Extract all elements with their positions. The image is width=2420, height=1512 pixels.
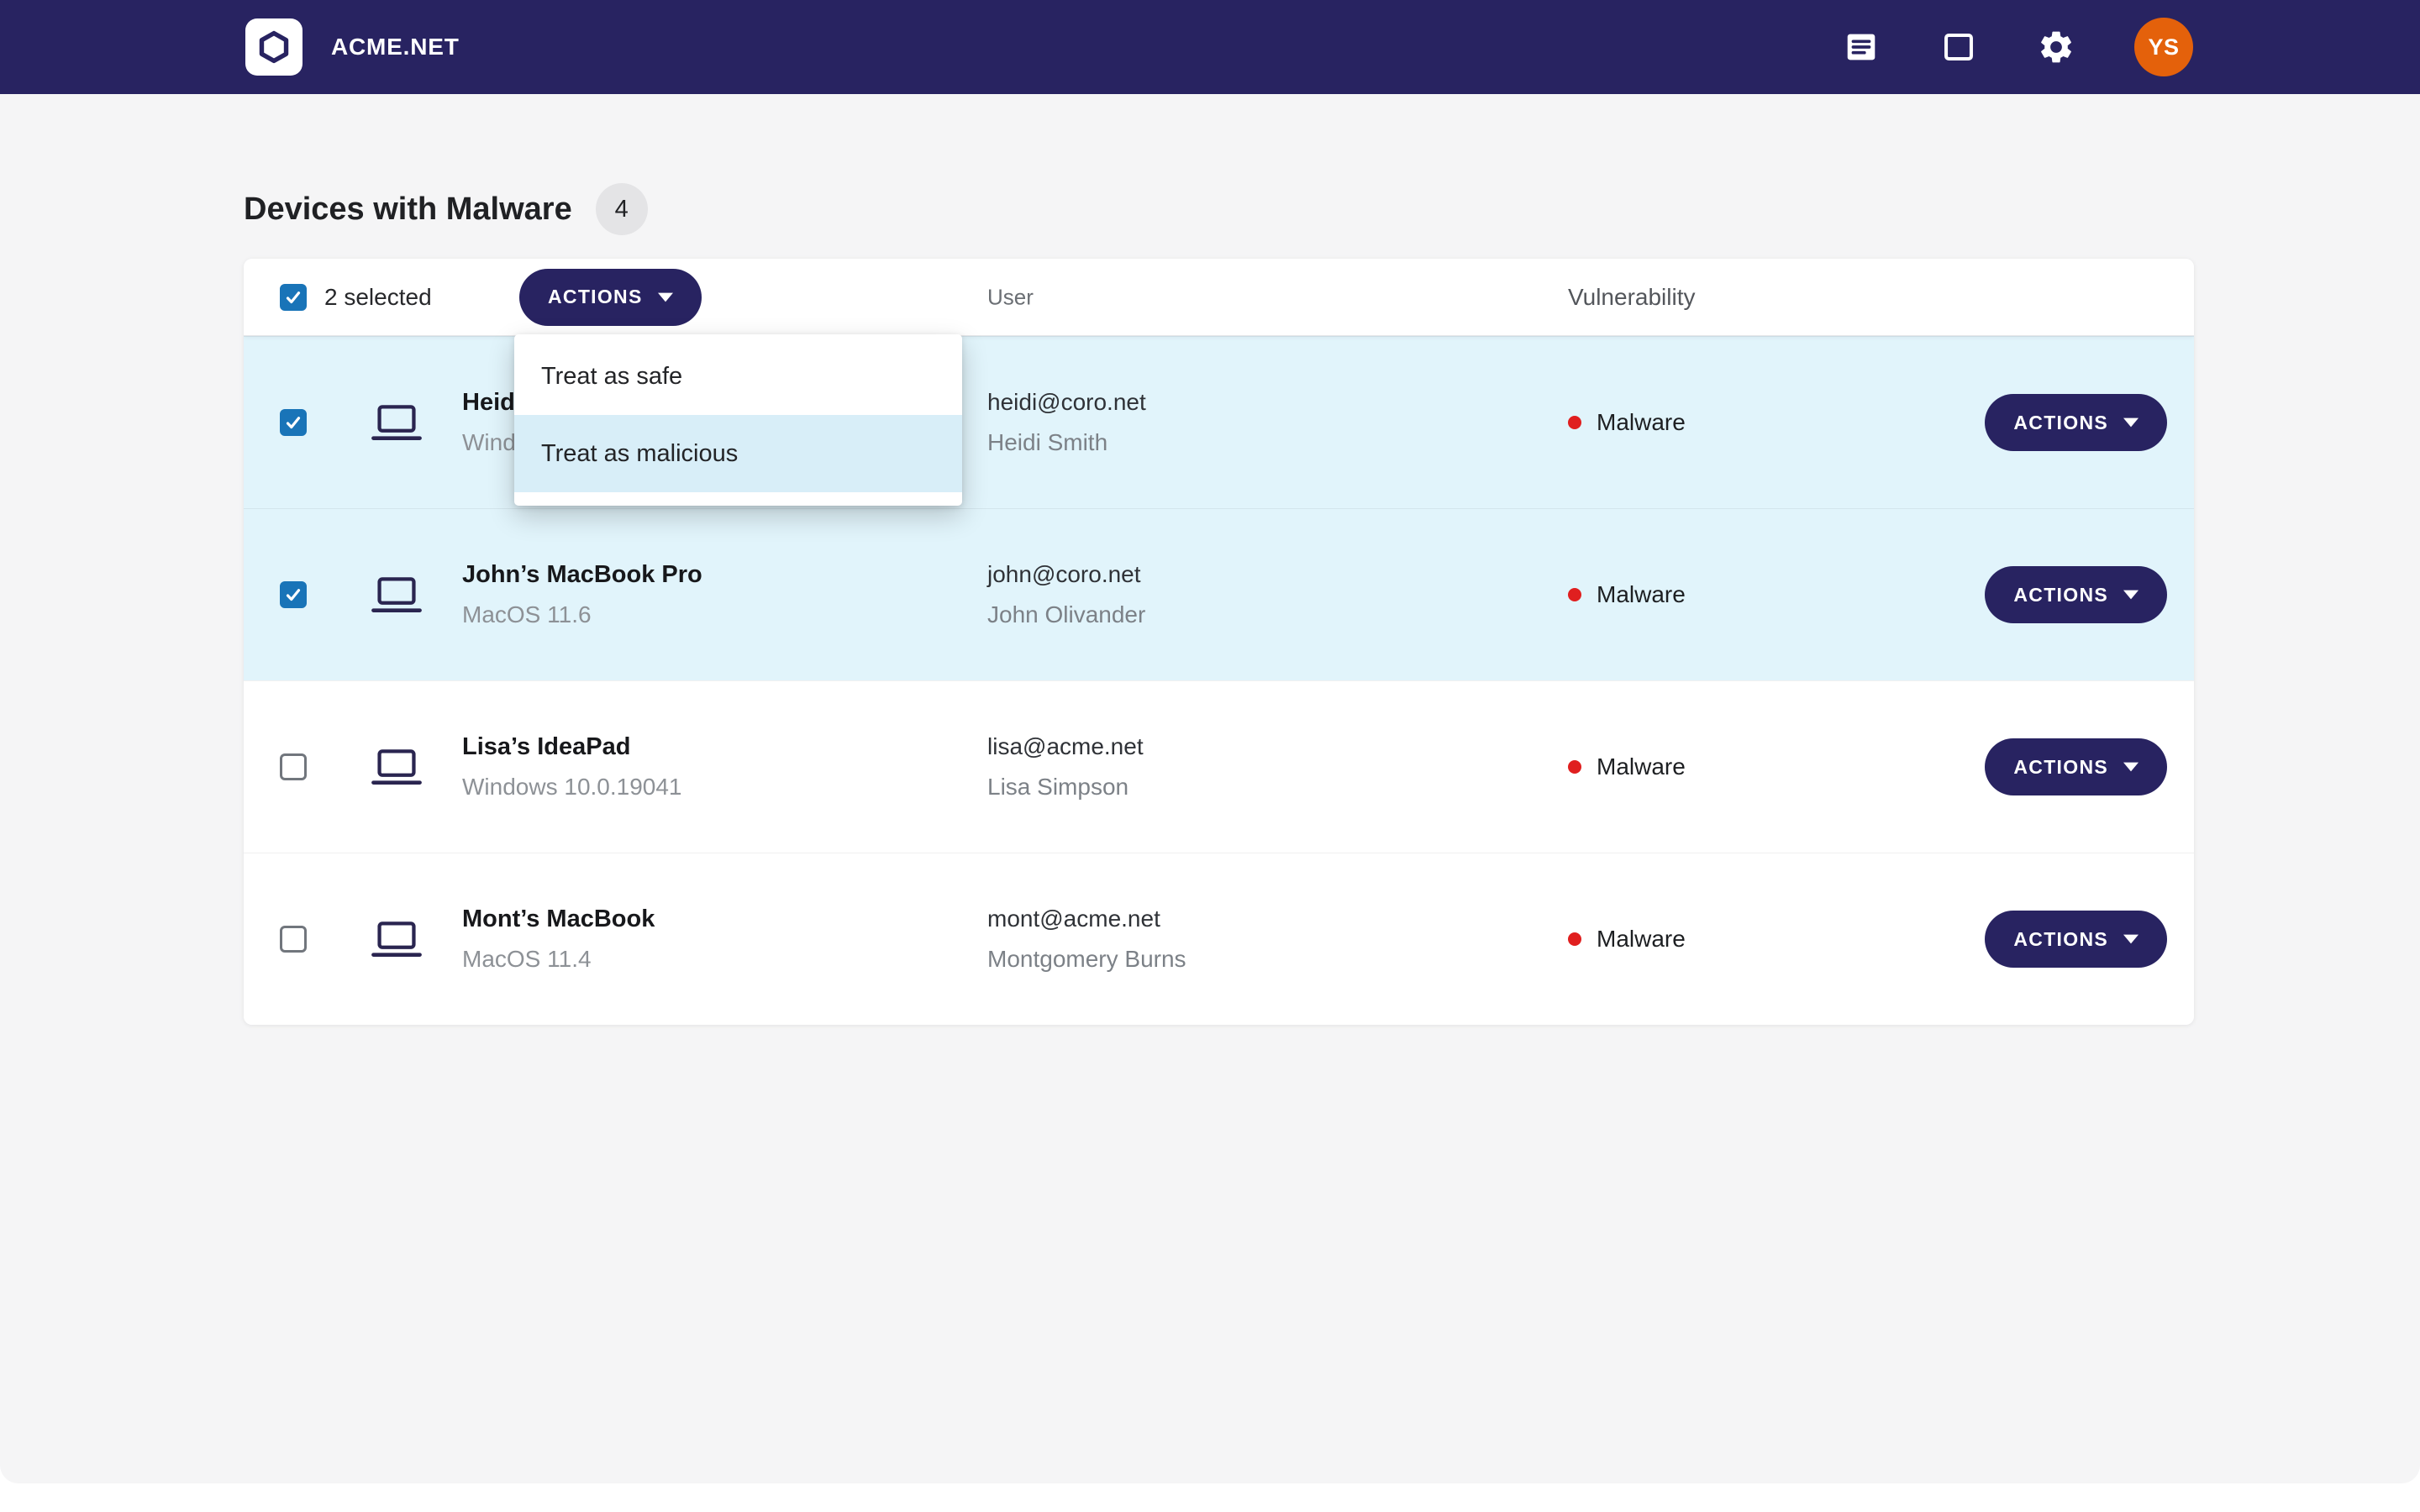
vulnerability-label: Malware (1597, 409, 1686, 436)
device-os: Windows 10.0.19041 (462, 767, 682, 807)
chevron-down-icon (2123, 934, 2139, 944)
table-row: John’s MacBook Pro MacOS 11.6 john@coro.… (244, 508, 2194, 680)
malware-dot-icon (1568, 588, 1581, 601)
brand-name: ACME.NET (331, 34, 460, 60)
device-name: Mont’s MacBook (462, 899, 655, 939)
row-actions-button[interactable]: ACTIONS (1985, 911, 2167, 968)
vulnerability-label: Malware (1597, 581, 1686, 608)
device-cell: Mont’s MacBook MacOS 11.4 (462, 899, 655, 979)
user-email: heidi@coro.net (987, 382, 1146, 423)
check-icon (283, 585, 303, 605)
row-checkbox[interactable] (280, 409, 307, 436)
table-toolbar: 2 selected ACTIONS User Vulnerability (244, 259, 2194, 336)
navbar-actions: YS (1842, 18, 2193, 76)
malware-dot-icon (1568, 760, 1581, 774)
device-cell: Heid Wind (462, 382, 516, 463)
user-email: mont@acme.net (987, 899, 1186, 939)
bulk-actions-button[interactable]: ACTIONS (519, 269, 702, 326)
user-avatar[interactable]: YS (2134, 18, 2193, 76)
brand-logo-icon[interactable] (245, 18, 302, 76)
chevron-down-icon (2123, 762, 2139, 772)
menu-item-treat-as-malicious[interactable]: Treat as malicious (514, 415, 962, 492)
device-cell: John’s MacBook Pro MacOS 11.6 (462, 554, 702, 635)
chevron-down-icon (658, 292, 673, 302)
malware-dot-icon (1568, 416, 1581, 429)
chevron-down-icon (2123, 417, 2139, 428)
page-title: Devices with Malware (244, 192, 572, 228)
hexagon-icon (256, 29, 292, 65)
laptop-icon (370, 746, 424, 788)
row-actions-label: ACTIONS (2013, 928, 2108, 951)
column-header-user: User (987, 284, 1034, 310)
row-checkbox[interactable] (280, 753, 307, 780)
top-navbar: ACME.NET YS (0, 0, 2420, 94)
gear-icon[interactable] (2037, 28, 2075, 66)
check-icon (283, 287, 303, 307)
table-row: Mont’s MacBook MacOS 11.4 mont@acme.net … (244, 853, 2194, 1025)
column-header-vulnerability: Vulnerability (1568, 284, 1695, 311)
device-name: John’s MacBook Pro (462, 554, 702, 595)
device-os: MacOS 11.6 (462, 595, 702, 635)
device-name: Heid (462, 382, 516, 423)
main-content: Devices with Malware 4 2 selected ACTION… (0, 94, 2420, 1025)
vulnerability-cell: Malware (1568, 926, 1686, 953)
user-cell: john@coro.net John Olivander (987, 554, 1145, 635)
malware-dot-icon (1568, 932, 1581, 946)
device-os: MacOS 11.4 (462, 939, 655, 979)
selected-count-label: 2 selected (324, 284, 432, 311)
row-actions-label: ACTIONS (2013, 584, 2108, 606)
row-actions-label: ACTIONS (2013, 756, 2108, 779)
page-header: Devices with Malware 4 (244, 94, 2194, 235)
vulnerability-label: Malware (1597, 753, 1686, 780)
user-name: Heidi Smith (987, 423, 1146, 463)
user-cell: lisa@acme.net Lisa Simpson (987, 727, 1144, 807)
device-name: Lisa’s IdeaPad (462, 727, 682, 767)
menu-item-treat-as-safe[interactable]: Treat as safe (514, 338, 962, 415)
devices-table: 2 selected ACTIONS User Vulnerability Tr… (244, 259, 2194, 1025)
bulk-actions-label: ACTIONS (548, 286, 643, 308)
row-actions-button[interactable]: ACTIONS (1985, 394, 2167, 451)
user-name: Lisa Simpson (987, 767, 1144, 807)
user-cell: mont@acme.net Montgomery Burns (987, 899, 1186, 979)
user-name: Montgomery Burns (987, 939, 1186, 979)
user-email: john@coro.net (987, 554, 1145, 595)
report-icon[interactable] (1842, 28, 1881, 66)
window-icon[interactable] (1939, 28, 1978, 66)
actions-dropdown-menu: Treat as safe Treat as malicious (514, 334, 962, 506)
window-bottom-edge (0, 1483, 2420, 1512)
row-actions-label: ACTIONS (2013, 412, 2108, 434)
device-os: Wind (462, 423, 516, 463)
chevron-down-icon (2123, 590, 2139, 600)
user-name: John Olivander (987, 595, 1145, 635)
table-row: Lisa’s IdeaPad Windows 10.0.19041 lisa@a… (244, 680, 2194, 853)
row-checkbox[interactable] (280, 926, 307, 953)
vulnerability-cell: Malware (1568, 409, 1686, 436)
laptop-icon (370, 918, 424, 960)
row-actions-button[interactable]: ACTIONS (1985, 738, 2167, 795)
vulnerability-label: Malware (1597, 926, 1686, 953)
laptop-icon (370, 574, 424, 616)
user-email: lisa@acme.net (987, 727, 1144, 767)
count-badge: 4 (596, 183, 648, 235)
row-checkbox[interactable] (280, 581, 307, 608)
vulnerability-cell: Malware (1568, 753, 1686, 780)
vulnerability-cell: Malware (1568, 581, 1686, 608)
check-icon (283, 412, 303, 433)
select-all-checkbox[interactable] (280, 284, 307, 311)
laptop-icon (370, 402, 424, 444)
user-cell: heidi@coro.net Heidi Smith (987, 382, 1146, 463)
row-actions-button[interactable]: ACTIONS (1985, 566, 2167, 623)
app-window: ACME.NET YS Devices w (0, 0, 2420, 1483)
device-cell: Lisa’s IdeaPad Windows 10.0.19041 (462, 727, 682, 807)
